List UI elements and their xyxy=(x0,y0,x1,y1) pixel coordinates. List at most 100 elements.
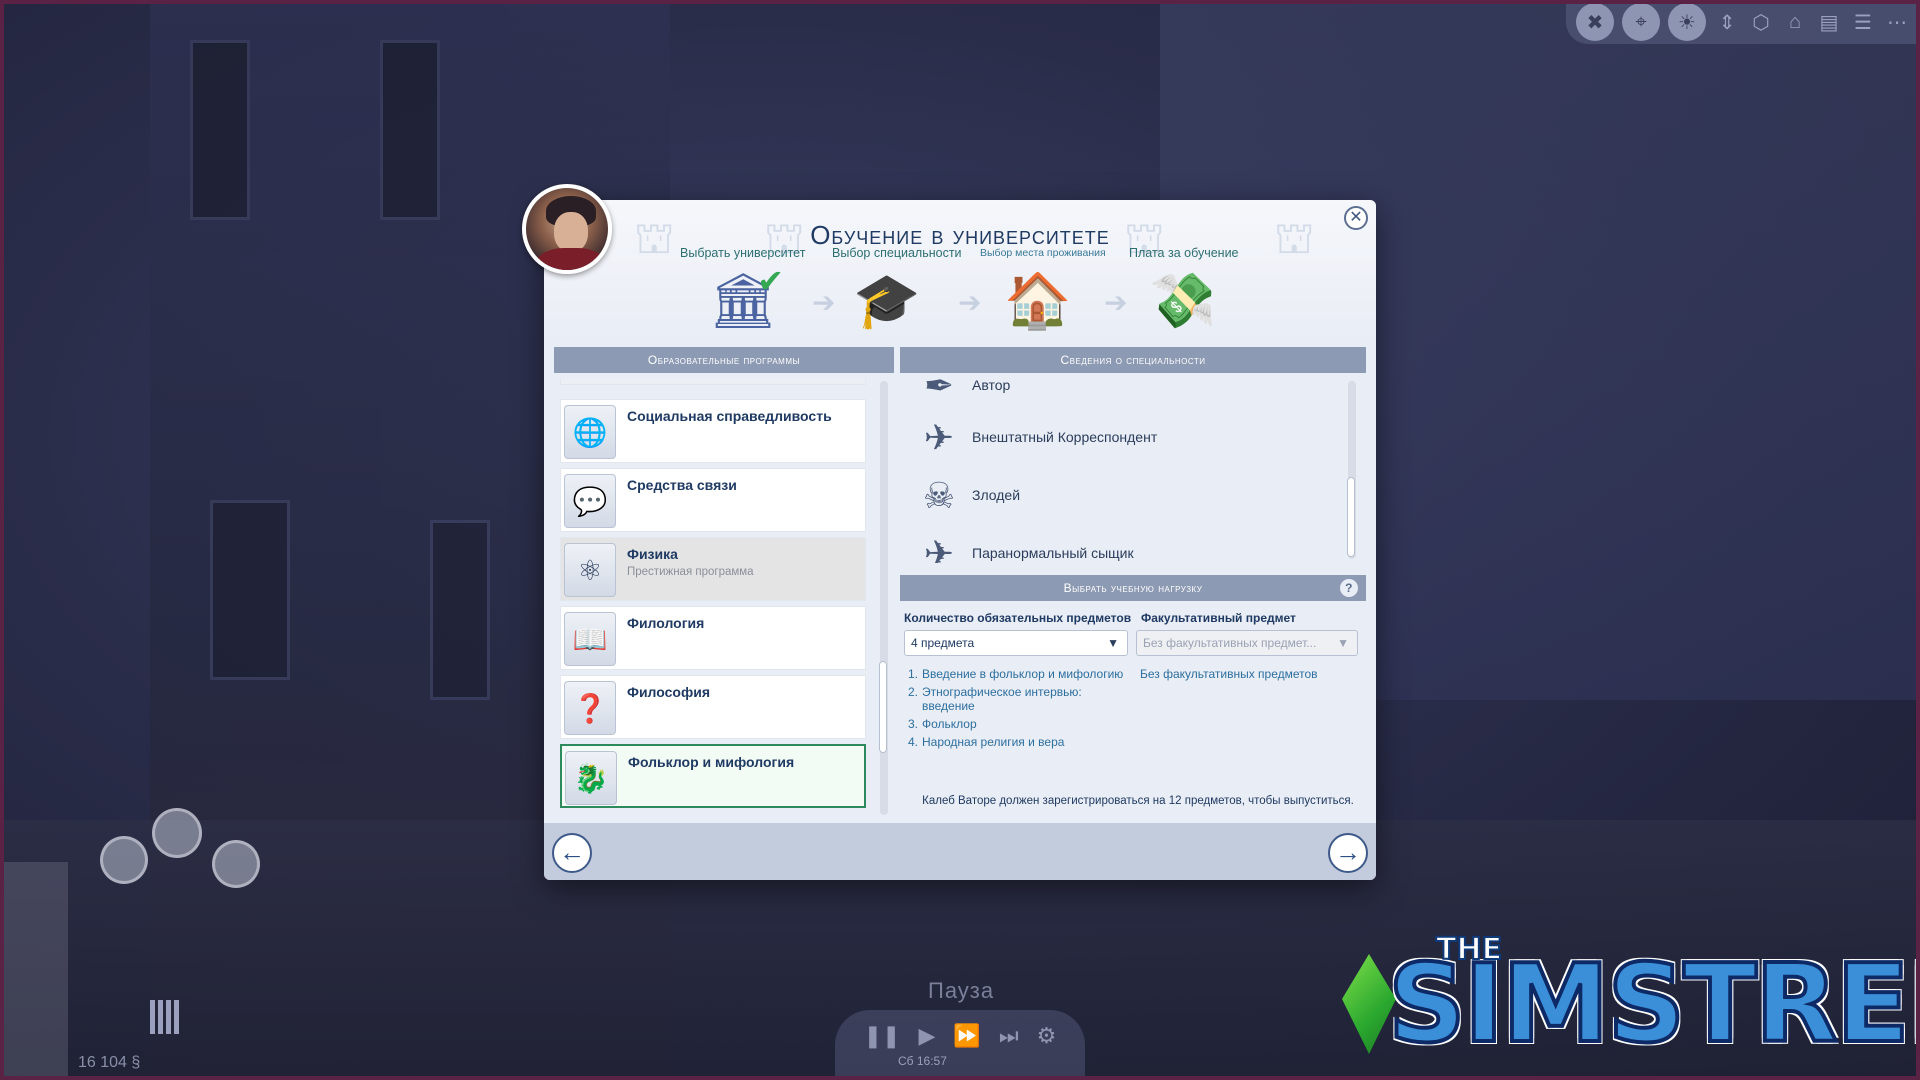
money-icon[interactable]: 💸 xyxy=(1144,266,1222,336)
paper-plane-icon: ✈ xyxy=(923,417,955,458)
game-clock: Сб 16:57 xyxy=(898,1054,947,1068)
program-name: Филология xyxy=(627,615,705,631)
thought-bubble[interactable] xyxy=(152,808,202,858)
course-item: 1. Введение в фольклор и мифологию xyxy=(908,667,1124,681)
program-item-social-justice[interactable]: 🌐 Социальная справедливость xyxy=(560,399,866,463)
background-window xyxy=(430,520,490,700)
dragon-icon: 🐉 xyxy=(565,751,617,805)
fast-forward-icon[interactable]: ⏩ xyxy=(953,1023,980,1049)
course-item: 4. Народная религия и вера xyxy=(908,735,1065,749)
scrollbar-thumb[interactable] xyxy=(1347,477,1355,557)
pause-icon[interactable]: ❚❚ xyxy=(864,1023,901,1049)
step-label-tuition[interactable]: Плата за обучение xyxy=(1129,246,1239,260)
map-icon[interactable]: ⌖ xyxy=(1622,3,1660,41)
programs-panel: Образовательные программы 🌐 Социальная с… xyxy=(554,347,894,817)
major-info-panel: Сведения о специальности ✒ Автор ✈ Внешт… xyxy=(900,347,1366,817)
step-arrow-icon: ➔ xyxy=(1104,287,1128,318)
book-icon: 📖 xyxy=(564,612,616,666)
home-icon[interactable]: ⌂ xyxy=(1782,9,1808,35)
play-icon[interactable]: ▶ xyxy=(919,1023,936,1049)
thought-bubble[interactable] xyxy=(212,840,260,888)
dialog-header: ⛫ ⛫ ⛫ ⛫ Обучение в университете Выбрать … xyxy=(544,200,1376,340)
enrollment-steps: Выбрать университет Выбор специальности … xyxy=(544,246,1376,336)
career-name: Внештатный Корреспондент xyxy=(972,429,1158,445)
elective-value: Без факультативных предмет... xyxy=(1143,636,1317,650)
program-name: Фольклор и мифология xyxy=(628,754,795,770)
required-courses-dropdown[interactable]: 4 предмета ▼ xyxy=(904,630,1128,656)
thought-bubble[interactable] xyxy=(100,836,148,884)
close-button[interactable]: ✕ xyxy=(1344,206,1368,230)
program-item-philosophy[interactable]: ❓ Философия xyxy=(560,675,866,739)
background-window xyxy=(210,500,290,680)
programs-header: Образовательные программы xyxy=(554,347,894,373)
career-item: ☠ Злодей xyxy=(914,469,1334,525)
quill-icon: ✒ xyxy=(923,379,955,406)
paper-plane-icon: ✈ xyxy=(923,533,955,563)
no-elective-text: Без факультативных предметов xyxy=(1140,667,1318,681)
career-item: ✈ Внештатный Корреспондент xyxy=(914,411,1334,467)
program-item-communications[interactable]: 💬 Средства связи xyxy=(560,468,866,532)
program-name: Средства связи xyxy=(627,477,737,493)
watermark-the: THE xyxy=(1435,931,1503,968)
chevron-down-icon: ▼ xyxy=(1337,636,1349,650)
program-item-philology[interactable]: 📖 Филология xyxy=(560,606,866,670)
step-label-housing[interactable]: Выбор места проживания xyxy=(980,247,1106,259)
back-button[interactable]: ← xyxy=(552,833,592,873)
career-name: Автор xyxy=(972,379,1011,393)
required-courses-value: 4 предмета xyxy=(911,636,975,650)
ultra-speed-icon[interactable]: ⏭ xyxy=(999,1023,1019,1049)
build-mode-icon[interactable]: ✖ xyxy=(1576,3,1614,41)
course-load-title: Выбрать учебную нагрузку xyxy=(1063,581,1203,595)
elective-dropdown[interactable]: Без факультативных предмет... ▼ xyxy=(1136,630,1358,656)
list-item-partial[interactable] xyxy=(560,379,866,385)
villain-icon: ☠ xyxy=(922,475,956,516)
course-load-header: Выбрать учебную нагрузку ? xyxy=(900,575,1366,601)
program-item-folklore[interactable]: 🐉 Фольклор и мифология xyxy=(560,744,866,808)
step-label-major[interactable]: Выбор специальности xyxy=(832,246,962,260)
background-window xyxy=(380,40,440,220)
graduation-cap-icon[interactable]: 🎓 xyxy=(848,266,926,336)
globe-icon: 🌐 xyxy=(564,405,616,459)
top-hud: ✖ ⌖ ☀ ⇕ ⬡ ⌂ ▤ ☰ ⋯ xyxy=(1566,0,1920,44)
help-icon[interactable]: ? xyxy=(1340,579,1358,597)
program-name: Философия xyxy=(627,684,710,700)
step-label-university[interactable]: Выбрать университет xyxy=(680,246,805,260)
step-arrow-icon: ➔ xyxy=(958,287,982,318)
background-window xyxy=(190,40,250,220)
career-name: Паранормальный сыщик xyxy=(972,545,1134,561)
mood-meter xyxy=(150,1000,179,1034)
programs-scrollbar[interactable] xyxy=(879,381,888,815)
required-courses-label: Количество обязательных предметов xyxy=(904,611,1132,625)
career-name: Злодей xyxy=(972,487,1021,503)
scrollbar-thumb[interactable] xyxy=(879,661,887,753)
settings-icon[interactable]: ⚙ xyxy=(1037,1023,1057,1049)
next-button[interactable]: → xyxy=(1328,833,1368,873)
university-icon[interactable]: 🏛 ✔ xyxy=(704,263,784,336)
more-icon[interactable]: ⋯ xyxy=(1884,9,1910,35)
house-icon[interactable]: 🏠 xyxy=(999,266,1077,336)
course-item: 2. Этнографическое интервью: введение xyxy=(908,685,1082,713)
course-list: 1. Введение в фольклор и мифологию 2. Этно… xyxy=(908,667,1128,753)
career-item: ✒ Автор xyxy=(914,379,1334,415)
speech-bubbles-icon: 💬 xyxy=(564,474,616,528)
game-speed-controls: ❚❚ ▶ ⏩ ⏭ ⚙ xyxy=(835,1010,1085,1080)
atom-icon: ⚛ xyxy=(564,543,616,597)
pause-label: Пауза xyxy=(928,978,995,1003)
question-cup-icon: ❓ xyxy=(564,681,616,735)
household-funds: 16 104 § xyxy=(78,1054,141,1071)
chevron-down-icon: ▼ xyxy=(1107,636,1119,650)
camera-height-icon[interactable]: ⇕ xyxy=(1714,9,1740,35)
gallery-icon[interactable]: ▤ xyxy=(1816,9,1842,35)
career-item: ✈ Паранормальный сыщик xyxy=(914,527,1334,563)
program-subtitle: Престижная программа xyxy=(627,566,754,578)
course-item: 3. Фольклор xyxy=(908,717,977,731)
program-item-physics[interactable]: ⚛ Физика Престижная программа xyxy=(560,537,866,601)
lightbulb-icon[interactable]: ☀ xyxy=(1668,3,1706,41)
floor-view-icon[interactable]: ⬡ xyxy=(1748,9,1774,35)
programs-list: 🌐 Социальная справедливость 💬 Средства с… xyxy=(560,379,872,817)
list-icon[interactable]: ☰ xyxy=(1850,9,1876,35)
simstree-watermark-logo: SIMSTREE THE xyxy=(1336,931,1920,1072)
sim-portrait-panel xyxy=(4,862,68,1080)
career-scrollbar[interactable] xyxy=(1347,381,1356,559)
step-arrow-icon: ➔ xyxy=(812,287,836,318)
